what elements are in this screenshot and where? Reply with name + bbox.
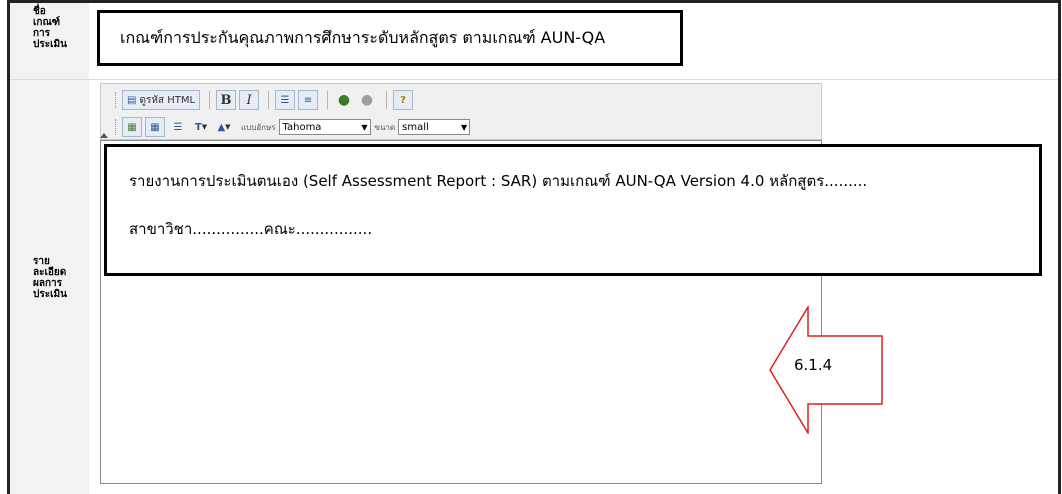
toolbar-row-2: ▦ ▦ ☰ T ▼ ▲ ▼ แบบอักษร Tahoma ▼ ขนาด sma… bbox=[115, 116, 471, 138]
view-html-button[interactable]: ▤ ดูรหัส HTML bbox=[122, 90, 201, 110]
row-divider bbox=[10, 79, 1058, 80]
font-size-value: small bbox=[402, 121, 429, 133]
chevron-down-icon: ▼ bbox=[461, 122, 468, 132]
table-icon: ▦ bbox=[150, 121, 160, 133]
font-size-select[interactable]: small ▼ bbox=[398, 119, 471, 135]
toolbar-row-1: ▤ ดูรหัส HTML B I ☰ ≡ ● ● ? bbox=[115, 89, 416, 111]
view-html-label: ดูรหัส HTML bbox=[139, 94, 196, 106]
editor-toolbar: ▤ ดูรหัส HTML B I ☰ ≡ ● ● ? ▦ ▦ ☰ T ▼ ▲ … bbox=[100, 83, 822, 140]
text-color-icon: T bbox=[194, 121, 202, 133]
italic-label: I bbox=[246, 92, 252, 108]
chevron-down-icon: ▼ bbox=[201, 123, 208, 131]
criteria-title-box: เกณฑ์การประกันคุณภาพการศึกษาระดับหลักสูต… bbox=[97, 10, 683, 66]
horizontal-rule-button[interactable]: ☰ bbox=[168, 117, 188, 137]
frame-top-border bbox=[7, 0, 1061, 3]
background-color-button[interactable]: ▲ ▼ bbox=[214, 117, 234, 137]
criteria-name-label-line: การ bbox=[33, 28, 51, 39]
insert-link-button[interactable]: ● bbox=[334, 90, 354, 110]
font-family-label: แบบอักษร bbox=[241, 122, 276, 132]
help-icon: ? bbox=[400, 94, 406, 106]
italic-button[interactable]: I bbox=[239, 90, 260, 110]
collapse-toolbar-icon[interactable] bbox=[100, 133, 108, 138]
chevron-down-icon: ▼ bbox=[361, 122, 368, 132]
remove-link-button[interactable]: ● bbox=[357, 90, 377, 110]
label-column bbox=[10, 3, 89, 494]
criteria-name-label-line: ประเมิน bbox=[33, 39, 67, 50]
ordered-list-icon: ☰ bbox=[280, 94, 290, 106]
bold-label: B bbox=[220, 92, 232, 108]
frame-right-border bbox=[1058, 0, 1061, 494]
unordered-list-button[interactable]: ≡ bbox=[298, 90, 319, 110]
report-title-line-2: สาขาวิชา...............คณะ..............… bbox=[129, 220, 373, 238]
help-button[interactable]: ? bbox=[393, 90, 414, 110]
font-family-select[interactable]: Tahoma ▼ bbox=[278, 119, 371, 135]
result-details-label-line: ผลการ bbox=[33, 278, 63, 289]
result-details-label-line: ละเอียด bbox=[33, 267, 67, 278]
paint-bucket-icon: ▲ bbox=[217, 121, 226, 133]
report-title-box: รายงานการประเมินตนเอง (Self Assessment R… bbox=[104, 144, 1042, 276]
chevron-down-icon: ▼ bbox=[225, 123, 231, 131]
insert-table-button[interactable]: ▦ bbox=[145, 117, 165, 137]
toolbar-separator bbox=[268, 91, 270, 109]
bold-button[interactable]: B bbox=[216, 90, 237, 110]
result-details-label: ราย ละเอียด ผลการ ประเมิน bbox=[33, 256, 87, 300]
image-icon: ▦ bbox=[127, 121, 137, 133]
globe-link-icon: ● bbox=[337, 92, 351, 108]
criteria-name-label-line: ชื่อ bbox=[33, 6, 46, 17]
horizontal-rule-icon: ☰ bbox=[173, 121, 183, 133]
result-details-label-line: ราย bbox=[33, 256, 50, 267]
toolbar-grip[interactable] bbox=[115, 119, 118, 135]
result-details-label-line: ประเมิน bbox=[33, 289, 67, 300]
font-size-label: ขนาด bbox=[374, 122, 396, 132]
toolbar-separator bbox=[327, 91, 329, 109]
html-source-icon: ▤ bbox=[127, 94, 137, 106]
toolbar-separator bbox=[209, 91, 211, 109]
criteria-name-label: ชื่อ เกณฑ์ การ ประเมิน bbox=[33, 6, 87, 50]
toolbar-grip[interactable] bbox=[115, 92, 118, 108]
ordered-list-button[interactable]: ☰ bbox=[275, 90, 296, 110]
font-family-value: Tahoma bbox=[282, 121, 322, 133]
insert-image-button[interactable]: ▦ bbox=[122, 117, 142, 137]
text-color-button[interactable]: T ▼ bbox=[191, 117, 211, 137]
criteria-title-text: เกณฑ์การประกันคุณภาพการศึกษาระดับหลักสูต… bbox=[120, 28, 606, 47]
toolbar-separator bbox=[386, 91, 388, 109]
annotation-label: 6.1.4 bbox=[794, 356, 833, 374]
report-title-line-1: รายงานการประเมินตนเอง (Self Assessment R… bbox=[129, 172, 868, 190]
unlink-icon: ● bbox=[360, 92, 374, 108]
unordered-list-icon: ≡ bbox=[303, 94, 313, 106]
criteria-name-label-line: เกณฑ์ bbox=[33, 17, 61, 28]
